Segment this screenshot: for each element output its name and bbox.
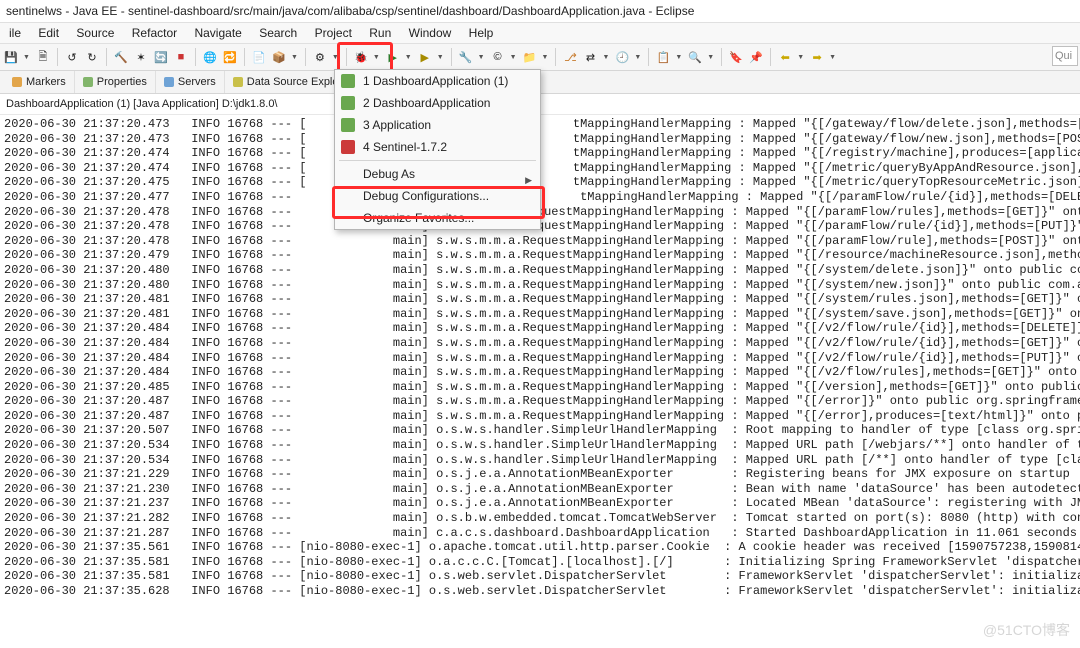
menu-source[interactable]: Source	[69, 23, 121, 43]
debug-history-dropdown: 1 DashboardApplication (1) 2 DashboardAp…	[334, 69, 541, 230]
dd-label: Organize Favorites...	[363, 211, 474, 225]
pin-icon[interactable]: 📌	[747, 48, 765, 66]
dropdown-separator	[339, 160, 536, 161]
window-title: sentinelws - Java EE - sentinel-dashboar…	[0, 0, 1080, 23]
tab-servers[interactable]: Servers	[156, 71, 225, 93]
profile-icon[interactable]: ▶	[416, 48, 434, 66]
package-icon[interactable]: 📦	[270, 48, 288, 66]
debug-dropdown-arrow[interactable]: ▼	[373, 54, 380, 61]
globe-icon[interactable]: 🌐	[201, 48, 219, 66]
properties-icon	[83, 77, 93, 87]
menu-project[interactable]: Project	[308, 23, 359, 43]
refresh-icon[interactable]: 🔄	[152, 48, 170, 66]
menu-refactor[interactable]: Refactor	[125, 23, 184, 43]
ext-tools-icon[interactable]: 🔧	[457, 48, 475, 66]
new-class-icon[interactable]: ©	[489, 48, 507, 66]
tab-data-source[interactable]: Data Source Explo	[225, 71, 348, 93]
debug-history-item-1[interactable]: 1 DashboardApplication (1)	[335, 70, 540, 92]
stop-icon[interactable]: ■	[172, 48, 190, 66]
debug-history-item-2[interactable]: 2 DashboardApplication	[335, 92, 540, 114]
dd-label: Debug As	[363, 167, 415, 181]
launch-text: DashboardApplication (1) [Java Applicati…	[6, 98, 278, 110]
tab-servers-label: Servers	[178, 71, 216, 93]
java-app-icon	[341, 118, 355, 132]
watermark: @51CTO博客	[983, 620, 1070, 640]
organize-favorites[interactable]: Organize Favorites...	[335, 207, 540, 229]
sync-icon[interactable]: 🔁	[221, 48, 239, 66]
compare-icon[interactable]: ⇄	[581, 48, 599, 66]
debug-as-submenu[interactable]: Debug As▶	[335, 163, 540, 185]
menu-edit[interactable]: Edit	[31, 23, 66, 43]
run-icon[interactable]: ▶	[384, 48, 402, 66]
tab-markers[interactable]: Markers	[4, 71, 75, 93]
tab-properties-label: Properties	[97, 71, 147, 93]
markers-icon	[12, 77, 22, 87]
forward-icon[interactable]: ➡	[808, 48, 826, 66]
dd-label: 4 Sentinel-1.7.2	[363, 140, 447, 154]
new-icon[interactable]: 📄	[250, 48, 268, 66]
tab-properties[interactable]: Properties	[75, 71, 156, 93]
redo-icon[interactable]: ↻	[83, 48, 101, 66]
menu-bar: ile Edit Source Refactor Navigate Search…	[0, 23, 1080, 44]
git-icon[interactable]: ⎇	[561, 48, 579, 66]
menu-run[interactable]: Run	[362, 23, 398, 43]
save-icon[interactable]: 💾	[2, 48, 20, 66]
run-dropdown-arrow[interactable]: ▼	[405, 54, 412, 61]
toolbar: 💾▼ 🗎 ↺ ↻ 🔨 ✶ 🔄 ■ 🌐 🔁 📄 📦▼ ⚙▼ 🐞▼ ▶▼ ▶▼ 🔧▼…	[0, 44, 1080, 71]
menu-search[interactable]: Search	[252, 23, 304, 43]
java-app-icon	[341, 74, 355, 88]
tab-markers-label: Markers	[26, 71, 66, 93]
undo-icon[interactable]: ↺	[63, 48, 81, 66]
history-icon[interactable]: 🕘	[613, 48, 631, 66]
gear-icon[interactable]: ⚙	[311, 48, 329, 66]
hammer-icon[interactable]: 🔨	[112, 48, 130, 66]
bookmark-icon[interactable]: 🔖	[727, 48, 745, 66]
debug-history-item-4[interactable]: 4 Sentinel-1.7.2	[335, 136, 540, 158]
menu-navigate[interactable]: Navigate	[187, 23, 248, 43]
java-app-icon	[341, 96, 355, 110]
menu-file[interactable]: ile	[2, 23, 28, 43]
data-source-icon	[233, 77, 243, 87]
search-icon[interactable]: 🔍	[686, 48, 704, 66]
dd-label: 2 DashboardApplication	[363, 96, 490, 110]
back-icon[interactable]: ⬅	[776, 48, 794, 66]
menu-help[interactable]: Help	[462, 23, 501, 43]
quick-access-input[interactable]: Qui	[1052, 46, 1078, 66]
debug-history-item-3[interactable]: 3 Application	[335, 114, 540, 136]
dd-label: 1 DashboardApplication (1)	[363, 74, 508, 88]
servers-icon	[164, 77, 174, 87]
debug-configurations[interactable]: Debug Configurations...	[335, 185, 540, 207]
save-all-icon[interactable]: 🗎	[34, 48, 52, 66]
tab-data-label: Data Source Explo	[247, 71, 339, 93]
wand-icon[interactable]: ✶	[132, 48, 150, 66]
new-pkg-icon[interactable]: 📁	[521, 48, 539, 66]
task-icon[interactable]: 📋	[654, 48, 672, 66]
debug-icon[interactable]: 🐞	[352, 48, 370, 66]
menu-window[interactable]: Window	[402, 23, 459, 43]
dd-label: Debug Configurations...	[363, 189, 489, 203]
dd-label: 3 Application	[363, 118, 431, 132]
maven-icon	[341, 140, 355, 154]
